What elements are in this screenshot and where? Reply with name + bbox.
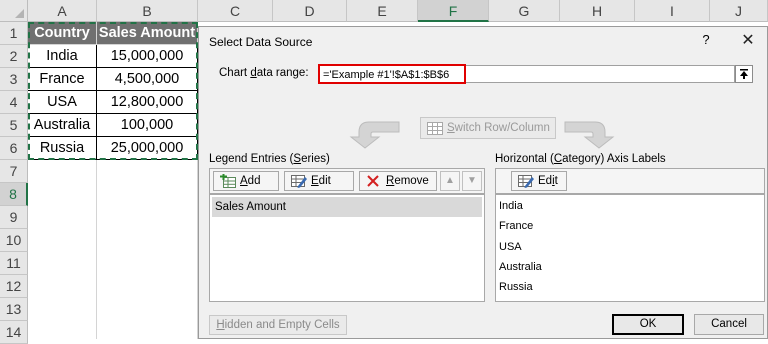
add-series-button[interactable]: Add bbox=[213, 171, 279, 191]
column-header-b[interactable]: B bbox=[97, 0, 198, 22]
cell-b3[interactable]: 4,500,000 bbox=[97, 68, 198, 91]
chart-data-range-field[interactable] bbox=[466, 65, 735, 83]
row-header-5[interactable]: 5 bbox=[0, 114, 28, 137]
edit-series-label: Edit bbox=[311, 175, 331, 187]
row-header-2[interactable]: 2 bbox=[0, 45, 28, 68]
legend-toolbar: Add Edit Remove ▲ ▼ bbox=[209, 168, 485, 194]
row-header-4[interactable]: 4 bbox=[0, 91, 28, 114]
add-series-label: Add bbox=[240, 175, 261, 187]
select-all-corner[interactable] bbox=[0, 0, 28, 22]
cancel-button[interactable]: Cancel bbox=[694, 314, 764, 335]
close-button[interactable]: ✕ bbox=[737, 30, 759, 50]
collapse-dialog-button[interactable] bbox=[735, 65, 753, 83]
row-header-1[interactable]: 1 bbox=[0, 22, 28, 45]
cell-b5[interactable]: 100,000 bbox=[97, 114, 198, 137]
curved-arrow-right-icon bbox=[564, 121, 615, 149]
column-header-h[interactable]: H bbox=[560, 0, 635, 22]
cell-a5[interactable]: Australia bbox=[28, 114, 97, 137]
cell-b6[interactable]: 25,000,000 bbox=[97, 137, 198, 160]
category-item-australia[interactable]: Australia bbox=[499, 261, 542, 273]
column-header-d[interactable]: D bbox=[273, 0, 347, 22]
empty-cells-b[interactable] bbox=[97, 160, 198, 339]
hidden-empty-cells-button[interactable]: Hidden and Empty Cells bbox=[209, 315, 347, 335]
row-header-3[interactable]: 3 bbox=[0, 68, 28, 91]
dialog-title: Select Data Source bbox=[209, 35, 313, 49]
row-header-13[interactable]: 13 bbox=[0, 298, 28, 321]
switch-row-column-label: Switch Row/Column bbox=[447, 122, 550, 134]
cell-a4[interactable]: USA bbox=[28, 91, 97, 114]
row-header-14[interactable]: 14 bbox=[0, 321, 28, 344]
row-header-7[interactable]: 7 bbox=[0, 160, 28, 183]
help-button[interactable]: ? bbox=[696, 32, 716, 47]
column-header-e[interactable]: E bbox=[347, 0, 418, 22]
empty-cells-a[interactable] bbox=[28, 160, 97, 339]
move-up-button[interactable]: ▲ bbox=[440, 171, 460, 191]
chart-data-range-input[interactable]: ='Example #1'!$A$1:$B$6 bbox=[318, 64, 466, 84]
edit-icon bbox=[518, 175, 534, 188]
category-item-russia[interactable]: Russia bbox=[499, 281, 533, 293]
legend-entries-label: Legend Entries (Series) bbox=[209, 153, 330, 165]
chart-data-range-label: Chart data range: bbox=[219, 67, 309, 79]
row-header-9[interactable]: 9 bbox=[0, 206, 28, 229]
category-item-usa[interactable]: USA bbox=[499, 241, 522, 253]
cell-b2[interactable]: 15,000,000 bbox=[97, 45, 198, 68]
ok-button[interactable]: OK bbox=[612, 314, 684, 335]
remove-x-icon bbox=[367, 175, 379, 187]
cell-a3[interactable]: France bbox=[28, 68, 97, 91]
column-header-f[interactable]: F bbox=[418, 0, 489, 22]
column-header-a[interactable]: A bbox=[28, 0, 97, 22]
column-header-i[interactable]: I bbox=[635, 0, 710, 22]
cell-a6[interactable]: Russia bbox=[28, 137, 97, 160]
category-item-india[interactable]: India bbox=[499, 200, 523, 212]
add-icon bbox=[220, 174, 236, 188]
row-header-8[interactable]: 8 bbox=[0, 183, 28, 206]
edit-icon bbox=[291, 175, 307, 188]
curved-arrow-left-icon bbox=[349, 121, 400, 149]
category-item-france[interactable]: France bbox=[499, 220, 533, 232]
series-item-sales-amount[interactable]: Sales Amount bbox=[212, 197, 482, 217]
series-list[interactable]: Sales Amount bbox=[209, 194, 485, 302]
edit-axis-labels-label: Edit bbox=[538, 175, 558, 187]
row-header-12[interactable]: 12 bbox=[0, 275, 28, 298]
switch-grid-icon bbox=[427, 122, 443, 135]
cell-a1[interactable]: Country bbox=[28, 22, 97, 45]
column-header-c[interactable]: C bbox=[198, 0, 273, 22]
edit-axis-labels-button[interactable]: Edit bbox=[511, 171, 567, 191]
column-header-j[interactable]: J bbox=[710, 0, 768, 22]
cell-b4[interactable]: 12,800,000 bbox=[97, 91, 198, 114]
horizontal-axis-labels-label: Horizontal (Category) Axis Labels bbox=[495, 153, 666, 165]
cell-b1[interactable]: Sales Amount bbox=[97, 22, 198, 45]
switch-row-column-button[interactable]: Switch Row/Column bbox=[420, 117, 556, 139]
move-down-button[interactable]: ▼ bbox=[462, 171, 482, 191]
edit-series-button[interactable]: Edit bbox=[284, 171, 354, 191]
select-data-source-dialog: Select Data Source ? ✕ Chart data range:… bbox=[198, 26, 768, 339]
category-list[interactable]: India France USA Australia Russia bbox=[495, 194, 765, 302]
row-header-10[interactable]: 10 bbox=[0, 229, 28, 252]
remove-series-label: Remove bbox=[386, 175, 429, 187]
row-header-11[interactable]: 11 bbox=[0, 252, 28, 275]
cell-a2[interactable]: India bbox=[28, 45, 97, 68]
column-header-g[interactable]: G bbox=[489, 0, 560, 22]
row-header-6[interactable]: 6 bbox=[0, 137, 28, 160]
remove-series-button[interactable]: Remove bbox=[359, 171, 437, 191]
axis-labels-toolbar: Edit bbox=[495, 168, 765, 194]
collapse-arrow-icon bbox=[740, 69, 748, 79]
